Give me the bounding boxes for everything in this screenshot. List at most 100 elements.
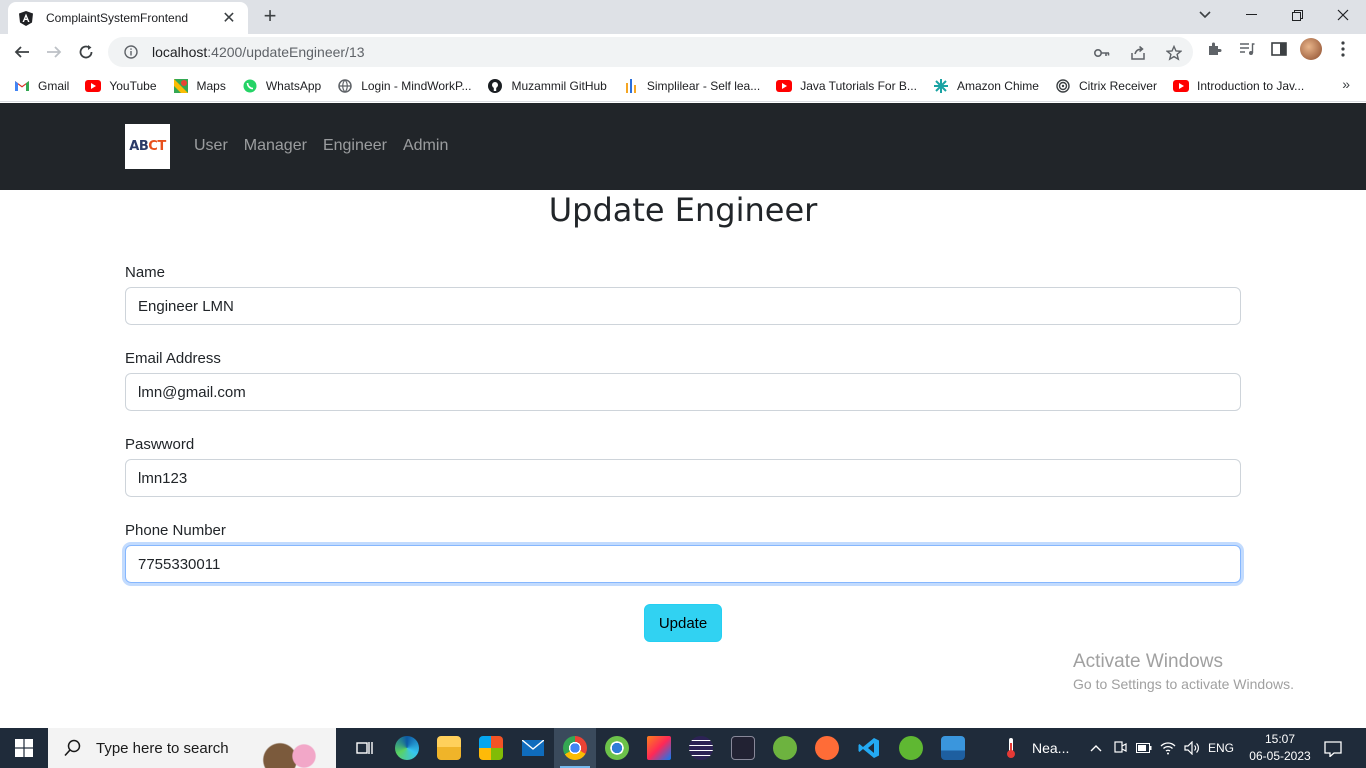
- bookmark-maps[interactable]: Maps: [173, 78, 226, 94]
- windows-taskbar: Type here to search Nea... ENG 15:07 06-…: [0, 728, 1366, 768]
- notification-icon[interactable]: [1320, 736, 1346, 762]
- phone-input[interactable]: [125, 545, 1241, 583]
- edge-icon[interactable]: [386, 728, 428, 768]
- password-field-group: Paswword: [125, 436, 1241, 497]
- new-tab-button[interactable]: +: [258, 5, 282, 29]
- system-tray: ENG: [1088, 728, 1234, 768]
- chrome-icon[interactable]: [554, 728, 596, 768]
- media-control-icon[interactable]: [1236, 38, 1258, 60]
- nav-link-manager[interactable]: Manager: [244, 137, 307, 155]
- watermark-title: Activate Windows: [1073, 651, 1223, 672]
- url-host: localhost: [152, 44, 208, 60]
- windows-start-icon[interactable]: [0, 728, 48, 768]
- bookmark-simplilearn[interactable]: Simplilear - Self lea...: [623, 78, 760, 94]
- nav-link-engineer[interactable]: Engineer: [323, 137, 387, 155]
- spring-tool-suite-icon[interactable]: [764, 728, 806, 768]
- profile-avatar[interactable]: [1300, 38, 1322, 60]
- file-explorer-icon[interactable]: [428, 728, 470, 768]
- key-icon[interactable]: [1091, 42, 1113, 64]
- bookmark-citrix[interactable]: Citrix Receiver: [1055, 78, 1157, 94]
- chevron-down-icon[interactable]: [1194, 4, 1216, 26]
- weather-text: Nea...: [1032, 740, 1070, 756]
- postman-icon[interactable]: [806, 728, 848, 768]
- gmail-icon: [14, 78, 30, 94]
- minimize-icon[interactable]: [1228, 0, 1274, 30]
- name-label: Name: [125, 264, 166, 281]
- clock-time: 15:07: [1264, 732, 1296, 746]
- simplilearn-icon: [623, 78, 639, 94]
- intellij-icon[interactable]: [638, 728, 680, 768]
- search-icon: [62, 737, 84, 759]
- search-highlight-image: [256, 728, 336, 768]
- eclipse-icon[interactable]: [680, 728, 722, 768]
- photos-icon[interactable]: [932, 728, 974, 768]
- bookmark-github[interactable]: Muzammil GitHub: [487, 78, 607, 94]
- reload-icon[interactable]: [72, 38, 100, 66]
- chevron-up-icon[interactable]: [1088, 740, 1104, 756]
- task-view-icon[interactable]: [344, 728, 386, 768]
- side-panel-icon[interactable]: [1268, 38, 1290, 60]
- globe-icon: [337, 78, 353, 94]
- youtube-icon: [85, 78, 102, 94]
- browser-tab[interactable]: ComplaintSystemFrontend ✕: [8, 2, 248, 34]
- star-icon[interactable]: [1163, 42, 1185, 64]
- phone-field-group: Phone Number: [125, 522, 1241, 583]
- whatsapp-icon: [242, 78, 258, 94]
- email-field-group: Email Address: [125, 350, 1241, 411]
- phone-label: Phone Number: [125, 522, 226, 539]
- youtube-icon: [1172, 78, 1189, 94]
- browser-toolbar: localhost:4200/updateEngineer/13: [0, 34, 1366, 70]
- bookmark-mindwork[interactable]: Login - MindWorkP...: [337, 78, 471, 94]
- forward-arrow-icon[interactable]: [40, 38, 68, 66]
- microsoft-store-icon[interactable]: [470, 728, 512, 768]
- password-input[interactable]: [125, 459, 1241, 497]
- taskbar-search-box[interactable]: Type here to search: [48, 728, 336, 768]
- menu-icon[interactable]: [1332, 38, 1354, 60]
- share-icon[interactable]: [1127, 42, 1149, 64]
- email-input[interactable]: [125, 373, 1241, 411]
- watermark-subtitle: Go to Settings to activate Windows.: [1073, 676, 1294, 692]
- name-field-group: Name: [125, 264, 1241, 325]
- restore-icon[interactable]: [1274, 0, 1320, 30]
- url-path: :4200/updateEngineer/13: [207, 44, 365, 60]
- search-placeholder: Type here to search: [96, 739, 229, 757]
- battery-icon[interactable]: [1136, 740, 1152, 756]
- bookmark-amazon-chime[interactable]: Amazon Chime: [933, 78, 1039, 94]
- close-icon[interactable]: [1320, 0, 1366, 30]
- bookmark-intro-java[interactable]: Introduction to Jav...: [1172, 78, 1304, 94]
- bookmarks-bar: Gmail YouTube Maps WhatsApp Login - Mind…: [0, 70, 1366, 102]
- name-input[interactable]: [125, 287, 1241, 325]
- nav-link-admin[interactable]: Admin: [403, 137, 448, 155]
- bookmark-gmail[interactable]: Gmail: [14, 78, 69, 94]
- angular-icon: [18, 10, 34, 26]
- bookmark-java-tutorials[interactable]: Java Tutorials For B...: [776, 78, 917, 94]
- brand-logo[interactable]: ABCT: [125, 124, 170, 169]
- site-info-icon[interactable]: [120, 41, 142, 63]
- meet-now-icon[interactable]: [1112, 740, 1128, 756]
- browser-tab-strip: ComplaintSystemFrontend ✕ +: [0, 0, 1366, 34]
- volume-icon[interactable]: [1184, 740, 1200, 756]
- brand-text: ABCT: [129, 139, 166, 154]
- taskbar-clock[interactable]: 15:07 06-05-2023: [1248, 731, 1312, 765]
- bookmark-whatsapp[interactable]: WhatsApp: [242, 78, 321, 94]
- bookmark-youtube[interactable]: YouTube: [85, 78, 157, 94]
- vscode-icon[interactable]: [848, 728, 890, 768]
- password-label: Paswword: [125, 436, 195, 453]
- address-bar[interactable]: localhost:4200/updateEngineer/13: [108, 37, 1193, 67]
- language-indicator[interactable]: ENG: [1208, 741, 1234, 755]
- extensions-icon[interactable]: [1204, 38, 1226, 60]
- chime-icon: [933, 78, 949, 94]
- mysql-workbench-icon[interactable]: [722, 728, 764, 768]
- tab-close-icon[interactable]: ✕: [220, 8, 238, 28]
- nav-link-user[interactable]: User: [194, 137, 228, 155]
- mail-icon[interactable]: [512, 728, 554, 768]
- update-button[interactable]: Update: [644, 604, 722, 642]
- weather-widget[interactable]: Nea...: [1000, 728, 1069, 768]
- spring-boot-icon[interactable]: [890, 728, 932, 768]
- window-controls: [1228, 0, 1366, 32]
- chrome-canary-icon[interactable]: [596, 728, 638, 768]
- wifi-icon[interactable]: [1160, 740, 1176, 756]
- back-arrow-icon[interactable]: [8, 38, 36, 66]
- youtube-icon: [776, 78, 793, 94]
- bookmarks-overflow-icon[interactable]: »: [1342, 76, 1350, 92]
